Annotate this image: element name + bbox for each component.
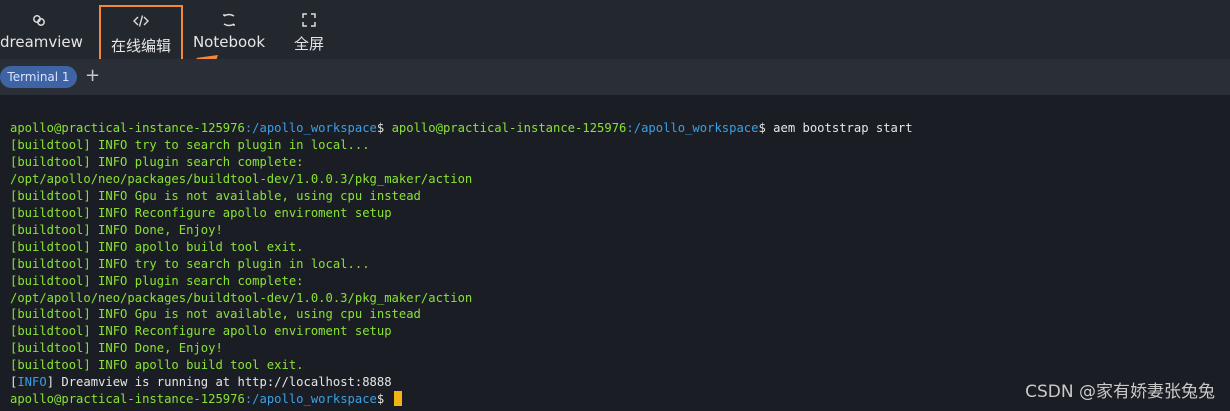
log-line: [buildtool] INFO Gpu is not available, u…	[10, 307, 421, 322]
log-line: [buildtool] INFO try to search plugin in…	[10, 256, 370, 271]
info-line: [INFO] Dreamview is running at http://lo…	[10, 375, 392, 389]
log-line: [buildtool] INFO Gpu is not available, u…	[10, 188, 421, 203]
info-tag: INFO	[17, 375, 47, 390]
terminal-tab-bar: Terminal 1 +	[0, 59, 1230, 95]
prompt-user: apollo@practical-instance-125976	[10, 121, 245, 135]
prompt-suffix-2: $	[758, 121, 774, 135]
terminal-output[interactable]: apollo@practical-instance-125976:/apollo…	[10, 120, 913, 408]
terminal-cursor	[393, 391, 402, 407]
tab-terminal-1[interactable]: Terminal 1	[0, 66, 77, 88]
prompt-line: apollo@practical-instance-125976:/apollo…	[10, 121, 913, 135]
prompt-path-3: :/apollo_workspace	[244, 392, 377, 407]
watermark: CSDN @家有娇妻张兔兔	[1025, 382, 1215, 402]
log-line: [buildtool] INFO apollo build tool exit.	[10, 239, 304, 254]
prompt-suffix: $	[376, 121, 392, 135]
log-line: [buildtool] INFO Done, Enjoy!	[10, 341, 223, 356]
log-line: [buildtool] INFO Done, Enjoy!	[10, 222, 223, 237]
prompt-user-2: apollo@practical-instance-125976	[391, 121, 627, 135]
log-line: [buildtool] INFO plugin search complete:	[10, 273, 304, 288]
log-line: /opt/apollo/neo/packages/buildtool-dev/1…	[10, 290, 473, 305]
log-line: [buildtool] INFO Reconfigure apollo envi…	[10, 324, 392, 339]
log-line: [buildtool] INFO apollo build tool exit.	[10, 358, 304, 373]
prompt-path-2: :/apollo_workspace	[626, 121, 759, 135]
final-prompt-line: apollo@practical-instance-125976:/apollo…	[10, 391, 402, 407]
text-segment: ] Dreamview is running at http://localho…	[46, 375, 392, 390]
log-line: /opt/apollo/neo/packages/buildtool-dev/1…	[10, 171, 473, 186]
prompt-suffix-3: $	[376, 392, 392, 407]
log-line: [buildtool] INFO try to search plugin in…	[10, 137, 370, 152]
log-line: [buildtool] INFO Reconfigure apollo envi…	[10, 205, 392, 220]
command-text: aem bootstrap start	[773, 121, 913, 135]
prompt-path: :/apollo_workspace	[244, 121, 377, 135]
add-tab-button[interactable]: +	[85, 65, 100, 87]
log-line: [buildtool] INFO plugin search complete:	[10, 154, 304, 169]
prompt-user-3: apollo@practical-instance-125976	[10, 392, 245, 407]
